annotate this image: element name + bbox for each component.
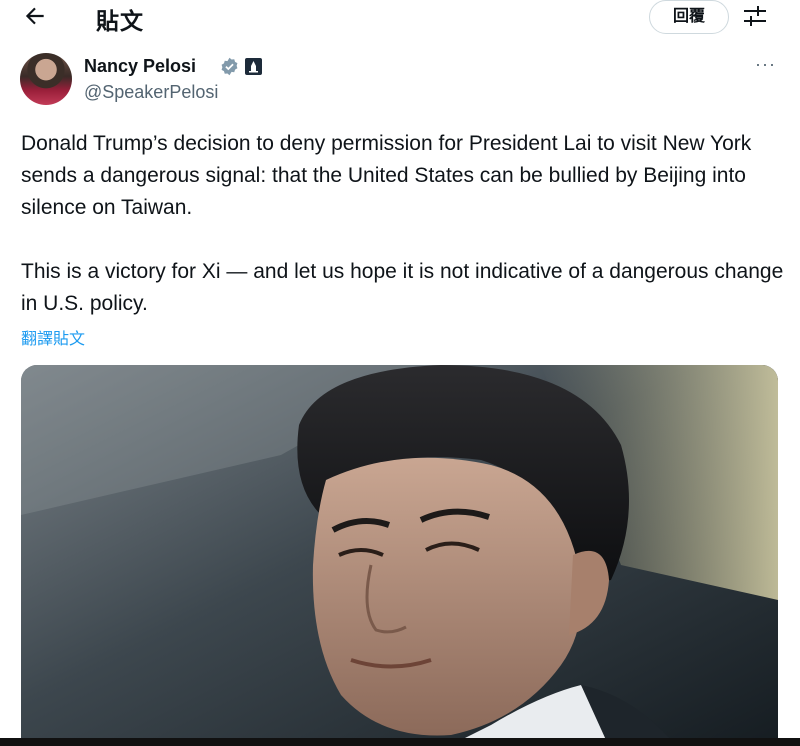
author-handle[interactable]: @SpeakerPelosi <box>84 82 218 103</box>
government-building-icon[interactable] <box>245 58 262 75</box>
verified-badge-icon[interactable] <box>220 57 239 76</box>
tweet-media-image[interactable] <box>21 365 778 740</box>
more-options-icon[interactable]: ··· <box>755 54 776 75</box>
top-bar: 貼文 回覆 <box>0 0 800 36</box>
tweet-paragraph: Donald Trump’s decision to deny permissi… <box>21 132 752 219</box>
bottom-divider <box>0 738 800 746</box>
tweet-text: Donald Trump’s decision to deny permissi… <box>21 128 791 320</box>
translate-post-link[interactable]: 翻譯貼文 <box>21 325 85 349</box>
reply-button[interactable]: 回覆 <box>649 0 729 34</box>
page-title: 貼文 <box>96 8 144 34</box>
back-arrow-icon[interactable] <box>22 3 48 29</box>
sliders-icon[interactable] <box>743 5 767 27</box>
avatar[interactable] <box>20 53 72 105</box>
tweet-paragraph: This is a victory for Xi — and let us ho… <box>21 260 784 315</box>
tweet-author: Nancy Pelosi @SpeakerPelosi ··· <box>20 52 780 108</box>
author-name[interactable]: Nancy Pelosi <box>84 56 196 77</box>
